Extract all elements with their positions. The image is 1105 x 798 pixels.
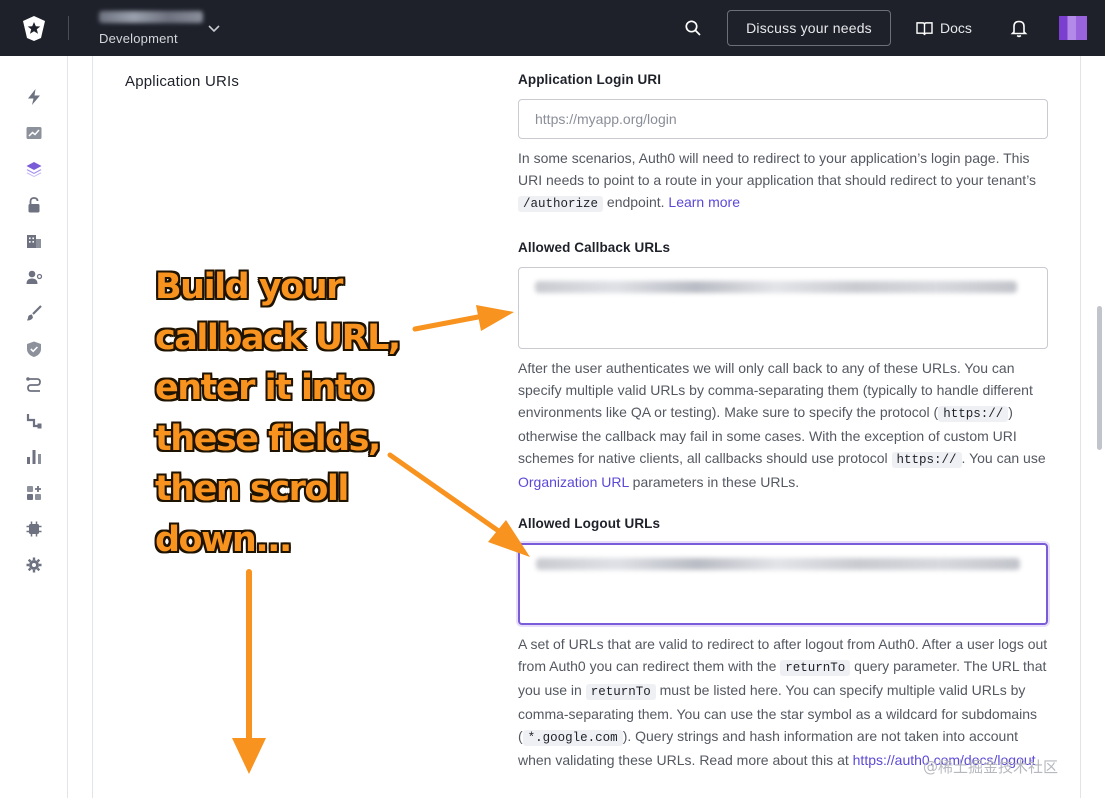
login-uri-help: In some scenarios, Auth0 will need to re… bbox=[518, 150, 1037, 212]
login-uri-label: Application Login URI bbox=[518, 72, 662, 87]
annotation-line: then scroll bbox=[155, 469, 349, 509]
https-code: https:// bbox=[891, 452, 962, 468]
paintbrush-icon[interactable] bbox=[24, 303, 44, 323]
tenant-environment[interactable]: Development bbox=[99, 31, 178, 46]
page-scrollbar[interactable] bbox=[1097, 306, 1102, 450]
layers-icon[interactable] bbox=[24, 159, 44, 179]
arrow-to-callback bbox=[412, 305, 514, 332]
topbar-divider bbox=[68, 16, 69, 40]
annotation-line: these fields, bbox=[155, 418, 381, 459]
returnto-code: returnTo bbox=[780, 660, 851, 676]
user-settings-icon[interactable] bbox=[24, 267, 44, 287]
pipeline-icon[interactable] bbox=[24, 411, 44, 431]
logout-urls-help: A set of URLs that are valid to redirect… bbox=[518, 636, 1048, 768]
bar-chart-icon[interactable] bbox=[24, 447, 44, 467]
watermark: @稀土掘金技术社区 bbox=[923, 758, 1059, 776]
search-icon[interactable] bbox=[684, 19, 702, 37]
auth0-logo-icon[interactable] bbox=[20, 14, 48, 42]
annotation-line: Build your bbox=[155, 267, 343, 307]
annotation-line: enter it into bbox=[155, 368, 374, 408]
logout-urls-textarea[interactable] bbox=[518, 543, 1048, 625]
section-title: Application URIs bbox=[125, 73, 240, 90]
logout-urls-value-redacted bbox=[536, 558, 1020, 570]
organization-url-link[interactable]: Organization URL bbox=[518, 474, 629, 490]
add-extension-icon[interactable] bbox=[24, 483, 44, 503]
callback-urls-help: After the user authenticates we will onl… bbox=[518, 360, 1046, 490]
gear-icon[interactable] bbox=[24, 555, 44, 575]
content-right-border bbox=[1080, 56, 1081, 798]
docs-link[interactable]: Docs bbox=[916, 18, 972, 38]
shield-check-icon[interactable] bbox=[24, 339, 44, 359]
learn-more-link[interactable]: Learn more bbox=[668, 194, 740, 210]
authorize-code: /authorize bbox=[518, 196, 604, 212]
callback-urls-label: Allowed Callback URLs bbox=[518, 240, 671, 255]
chip-icon[interactable] bbox=[24, 519, 44, 539]
tenant-name-redacted[interactable] bbox=[99, 11, 203, 23]
docs-label: Docs bbox=[940, 20, 972, 36]
returnto-code: returnTo bbox=[585, 684, 656, 700]
book-icon bbox=[916, 21, 933, 35]
building-icon[interactable] bbox=[24, 231, 44, 251]
login-uri-input[interactable]: https://myapp.org/login bbox=[518, 99, 1048, 139]
annotation-text: Build your callback URL, enter it into t… bbox=[155, 262, 425, 565]
callback-urls-textarea[interactable] bbox=[518, 267, 1048, 349]
bell-icon[interactable] bbox=[1010, 18, 1028, 38]
content-left-border bbox=[92, 56, 93, 798]
avatar[interactable] bbox=[1059, 16, 1087, 40]
top-navbar: Development Discuss your needs Docs bbox=[0, 0, 1105, 56]
chevron-down-icon[interactable] bbox=[206, 20, 222, 36]
https-code: https:// bbox=[938, 406, 1009, 422]
sidebar bbox=[0, 56, 68, 798]
annotation-line: down... bbox=[155, 519, 292, 560]
annotation-line: callback URL, bbox=[155, 317, 401, 358]
callback-urls-value-redacted bbox=[535, 281, 1017, 293]
lock-icon[interactable] bbox=[24, 195, 44, 215]
analytics-chart-icon[interactable] bbox=[24, 123, 44, 143]
arrow-scroll-down bbox=[232, 569, 266, 774]
lightning-icon[interactable] bbox=[24, 87, 44, 107]
wildcard-code: *.google.com bbox=[522, 730, 623, 746]
discuss-your-needs-button[interactable]: Discuss your needs bbox=[727, 10, 891, 46]
logout-urls-label: Allowed Logout URLs bbox=[518, 516, 661, 531]
login-uri-placeholder: https://myapp.org/login bbox=[535, 111, 677, 127]
actions-flow-icon[interactable] bbox=[24, 375, 44, 395]
